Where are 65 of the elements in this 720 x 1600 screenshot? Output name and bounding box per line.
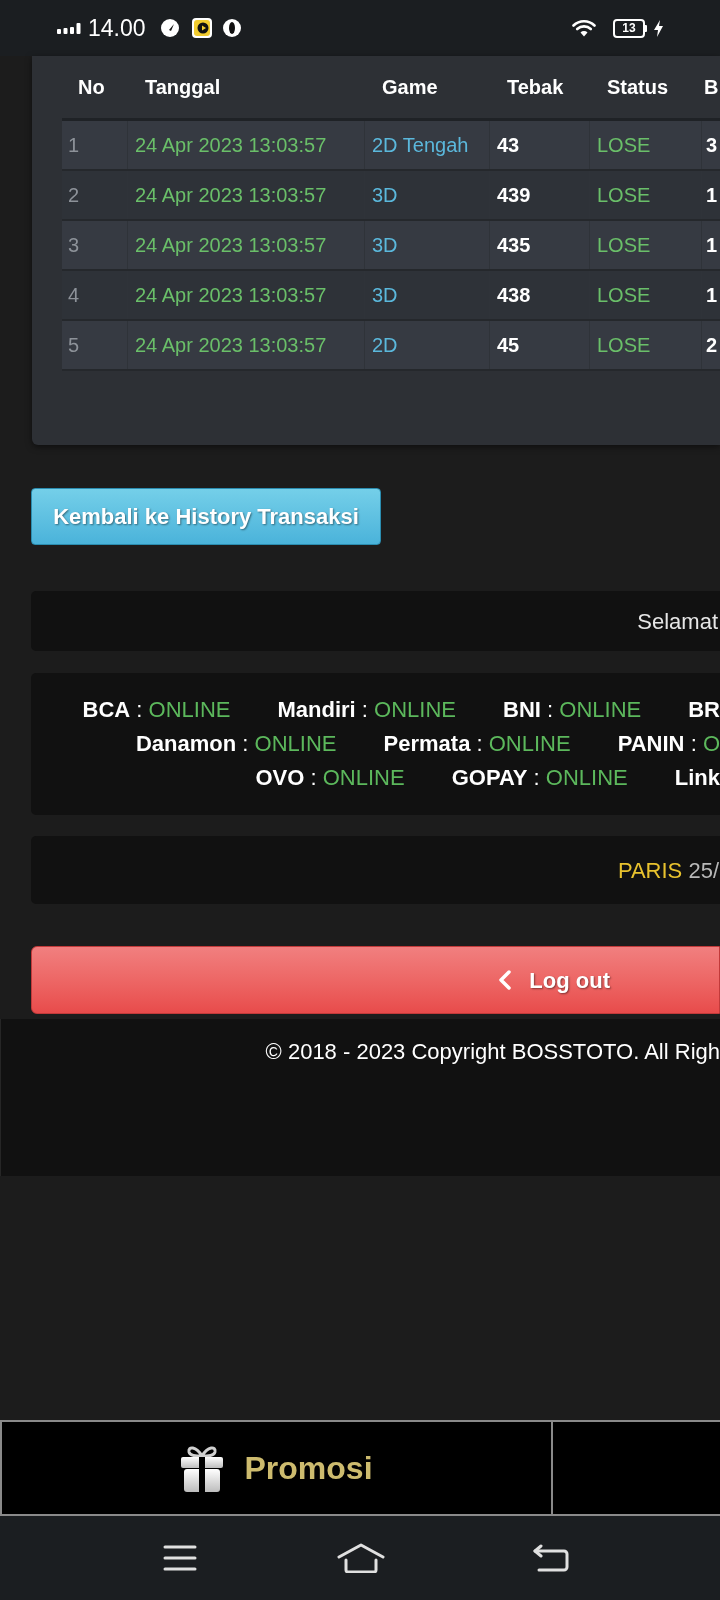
column-header: Tebak bbox=[506, 75, 565, 100]
column-header: B bbox=[703, 75, 720, 100]
result-ticker-text: PARIS 25/ bbox=[617, 856, 719, 885]
bank-status: Danamon : ONLINE bbox=[136, 733, 337, 755]
table-cell-text: 438 bbox=[496, 283, 531, 308]
home-icon[interactable] bbox=[337, 1543, 385, 1573]
announcement-text: Selamat bbox=[637, 607, 718, 636]
gift-icon bbox=[180, 1444, 225, 1492]
back-icon[interactable] bbox=[533, 1544, 569, 1572]
bank-status: BCA : ONLINE bbox=[82, 699, 231, 721]
column-header: Status bbox=[606, 75, 670, 100]
table-cell-text: 2 bbox=[67, 183, 80, 208]
bank-status: GOPAY : ONLINE bbox=[451, 767, 628, 789]
battery-indicator: 13 bbox=[613, 18, 647, 38]
table-cell-text: 1 bbox=[705, 183, 718, 208]
bank-status: Link bbox=[674, 767, 720, 789]
table-cell-text: 45 bbox=[496, 333, 520, 358]
table-cell-text: 24 Apr 2023 13:03:57 bbox=[134, 133, 327, 158]
table-cell-text: LOSE bbox=[596, 283, 651, 308]
column-header: Game bbox=[381, 75, 439, 100]
table-cell-text: LOSE bbox=[596, 233, 651, 258]
back-to-history-button[interactable]: Kembali ke History Transaksi bbox=[31, 488, 381, 545]
table-cell-text: 2 bbox=[705, 333, 718, 358]
promo-nav-item[interactable]: Promosi bbox=[2, 1422, 553, 1514]
menu-icon[interactable] bbox=[163, 1545, 197, 1571]
column-header: Tanggal bbox=[144, 75, 222, 100]
bank-status: PANIN : O bbox=[617, 733, 720, 755]
table-cell-text: 1 bbox=[705, 283, 718, 308]
speedometer-icon bbox=[160, 19, 179, 37]
signal-icon bbox=[57, 22, 81, 34]
table-cell-text: 5 bbox=[67, 333, 80, 358]
bank-status: OVO : ONLINE bbox=[255, 767, 405, 789]
table-cell-text: LOSE bbox=[596, 333, 651, 358]
table-cell-text: 3D bbox=[371, 183, 398, 208]
copyright-text: © 2018 - 2023 Copyright BOSSTOTO. All Righ bbox=[265, 1038, 720, 1066]
bank-status: Permata : ONLINE bbox=[383, 733, 571, 755]
table-cell-text: 24 Apr 2023 13:03:57 bbox=[134, 233, 327, 258]
logout-button[interactable]: Log out bbox=[31, 946, 720, 1014]
table-cell-text: 439 bbox=[496, 183, 531, 208]
table-cell-text: 24 Apr 2023 13:03:57 bbox=[134, 183, 327, 208]
table-cell-text: 4 bbox=[67, 283, 80, 308]
table-cell-text: LOSE bbox=[596, 183, 651, 208]
table-cell-text: 435 bbox=[496, 233, 531, 258]
table-cell-text: 24 Apr 2023 13:03:57 bbox=[134, 333, 327, 358]
table-cell-text: 3D bbox=[371, 283, 398, 308]
bank-status: BNI : ONLINE bbox=[503, 699, 642, 721]
wifi-icon bbox=[572, 19, 596, 37]
table-cell-text: 3 bbox=[67, 233, 80, 258]
status-time: 14.00 bbox=[88, 16, 146, 40]
circle-icon bbox=[222, 19, 241, 37]
table-cell-text: LOSE bbox=[596, 133, 651, 158]
charging-icon bbox=[654, 19, 663, 37]
table-cell-text: 2D bbox=[371, 333, 398, 358]
chevron-left-icon bbox=[498, 970, 512, 990]
table-cell-text: 1 bbox=[67, 133, 80, 158]
table-cell-text: 43 bbox=[496, 133, 520, 158]
column-header: No bbox=[77, 75, 106, 100]
table-cell-text: 3D bbox=[371, 233, 398, 258]
table-cell-text: 1 bbox=[705, 233, 718, 258]
bank-status: Mandiri : ONLINE bbox=[277, 699, 457, 721]
table-cell-text: 3 bbox=[705, 133, 718, 158]
table-cell-text: 2D Tengah bbox=[371, 133, 469, 158]
table-cell-text: 24 Apr 2023 13:03:57 bbox=[134, 283, 327, 308]
bank-status: BR bbox=[688, 699, 720, 721]
app-icon bbox=[191, 18, 212, 38]
